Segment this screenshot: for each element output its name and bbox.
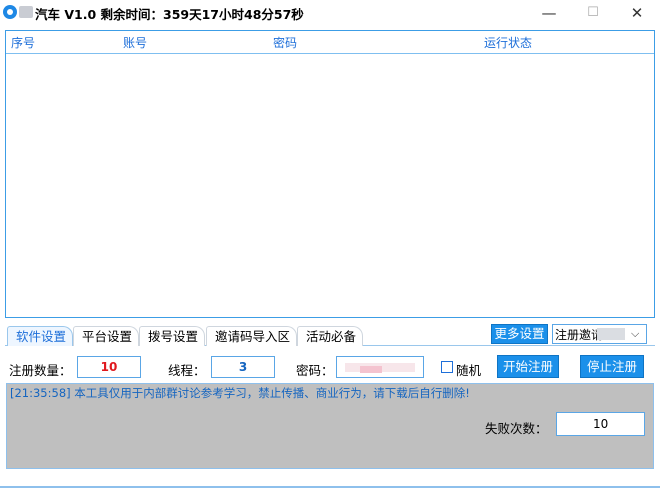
thread-label: 线程：	[168, 363, 206, 378]
start-register-button[interactable]: 开始注册	[497, 355, 559, 378]
close-button[interactable]: ✕	[614, 0, 660, 26]
tab-invite-code-import[interactable]: 邀请码导入区	[206, 326, 298, 346]
redacted-title-part	[19, 6, 33, 18]
register-count-input[interactable]: 10	[77, 356, 141, 378]
minimize-button[interactable]: —	[526, 0, 572, 26]
column-header-account[interactable]: 账号	[123, 34, 147, 51]
column-header-index[interactable]: 序号	[11, 34, 35, 51]
tab-dial-settings[interactable]: 拨号设置	[139, 326, 206, 346]
tab-software-settings[interactable]: 软件设置	[7, 326, 74, 346]
mode-select-value: 注册邀请	[555, 328, 604, 342]
maximize-button[interactable]: ☐	[570, 0, 616, 26]
account-list-view[interactable]	[5, 30, 655, 318]
password-label: 密码：	[296, 363, 334, 378]
random-checkbox[interactable]	[441, 361, 453, 373]
column-header-status[interactable]: 运行状态	[484, 34, 532, 51]
column-header-password[interactable]: 密码	[273, 34, 297, 51]
redacted-password-mark	[360, 366, 382, 373]
fail-count-input[interactable]: 10	[556, 412, 645, 436]
thread-count-input[interactable]: 3	[211, 356, 275, 378]
random-label: 随机	[456, 363, 482, 378]
tab-activity-essentials[interactable]: 活动必备	[297, 326, 364, 346]
more-settings-button[interactable]: 更多设置	[491, 324, 548, 344]
register-count-label: 注册数量：	[9, 363, 72, 378]
window-bottom-border	[0, 486, 660, 488]
redacted-select-part	[597, 328, 625, 340]
stop-register-button[interactable]: 停止注册	[580, 355, 644, 378]
app-logo-icon	[3, 5, 17, 19]
tab-platform-settings[interactable]: 平台设置	[73, 326, 140, 346]
chevron-down-icon[interactable]: ⌵	[631, 327, 639, 341]
window-title: 汽车 V1.0 剩余时间：359天17小时48分57秒	[35, 7, 304, 22]
fail-count-label: 失败次数：	[485, 421, 548, 436]
log-message: [21:35:58] 本工具仅用于内部群讨论参考学习，禁止传播、商业行为，请下载…	[10, 386, 470, 400]
header-divider	[6, 53, 654, 54]
